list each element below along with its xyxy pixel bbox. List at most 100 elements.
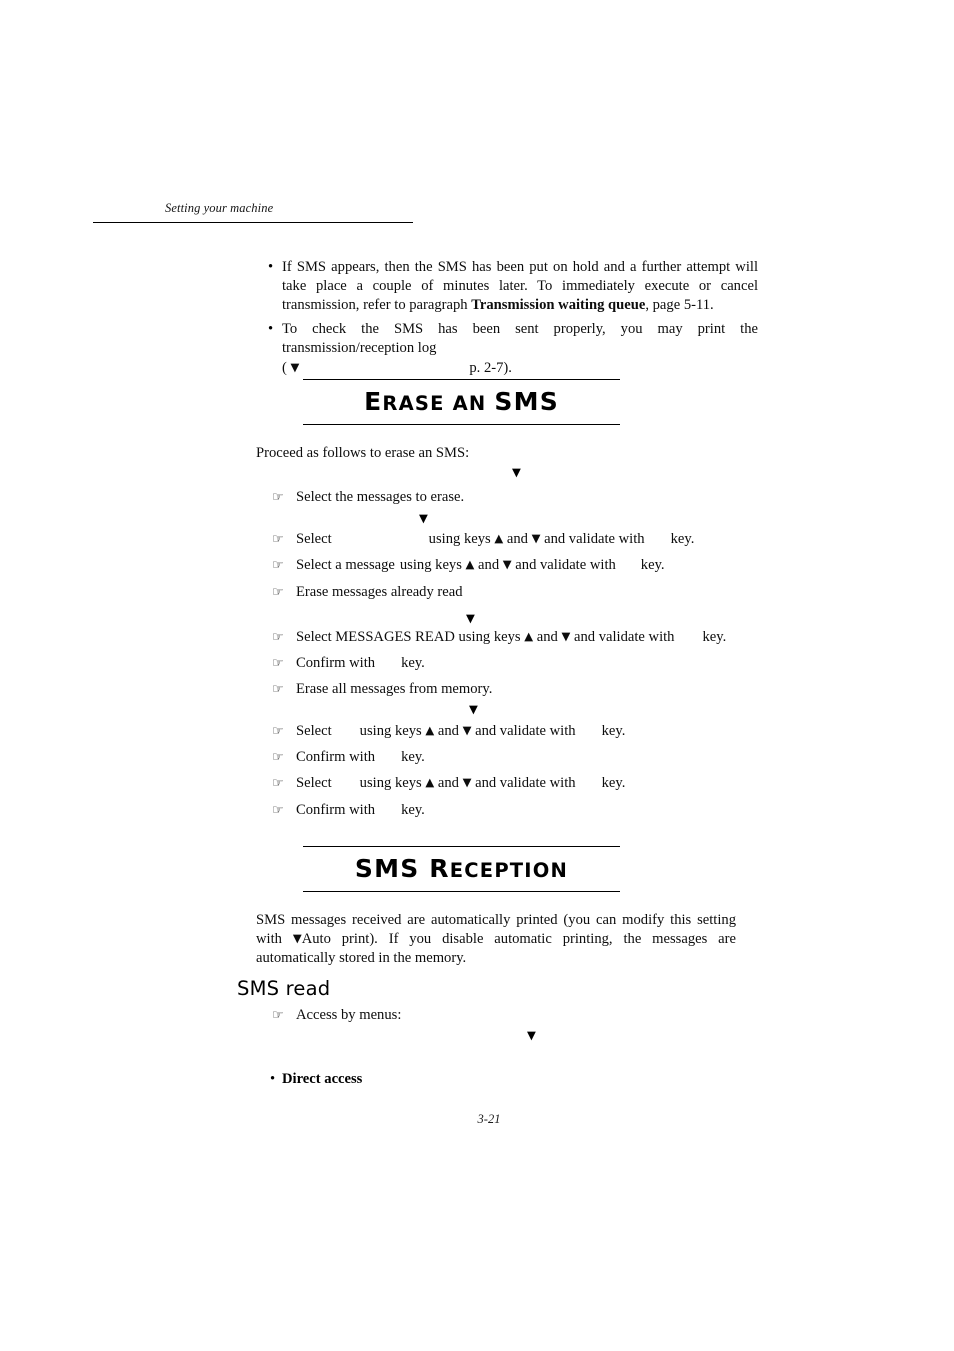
pointing-hand-icon: ☞ [272, 724, 284, 739]
step-text-segment: using keys [428, 531, 495, 548]
erase-steps-group-1: ☞ Select the messages to erase. ▼ ☞ Sele… [272, 488, 752, 609]
step-row: ☞ Erase messages already read [272, 583, 752, 602]
step-text-segment: Select [296, 723, 332, 739]
heading-title-sms-reception: SMS RECEPTION [303, 847, 620, 891]
running-header-title: Setting your machine [165, 201, 274, 215]
section-heading-sms-reception: SMS RECEPTION [303, 846, 620, 892]
step-text-segment: Select MESSAGES READ using keys [296, 629, 525, 645]
heading-rule-bottom [303, 424, 620, 425]
step-row: ☞ Erase all messages from memory. [272, 680, 752, 699]
bullet-dot-icon: • [270, 1071, 276, 1087]
step-text-segment: Confirm with [296, 655, 376, 672]
step-text-segment: and [533, 629, 562, 645]
step-row: ☞ Select a message using keys ▲ and ▼ and… [272, 556, 752, 575]
step-text: Erase all messages from memory. [296, 680, 752, 699]
step-text: Select using keys ▲ and ▼ and validate wi… [296, 530, 752, 549]
heading-acronym: SMS [494, 387, 559, 416]
step-text: Select MESSAGES READ using keys ▲ and ▼ … [296, 628, 752, 647]
direct-access-label: Direct access [282, 1071, 363, 1087]
key-up-arrow-icon: ▲ [524, 629, 534, 643]
step-text-segment: Select [296, 531, 332, 548]
heading-initial-cap: E [364, 387, 383, 416]
pointing-hand-icon: ☞ [272, 490, 284, 505]
step-row: ☞ Select using keys ▲ and ▼ and validate … [272, 774, 752, 793]
menu-path-arrow-icon-2: ▼ [419, 511, 428, 526]
step-text-segment: using keys [359, 723, 426, 739]
step-text-segment: key. [401, 801, 425, 818]
menu-path-arrow-icon-5: ▼ [527, 1028, 536, 1042]
step-text-segment: key. [601, 775, 626, 792]
step-text-segment: and validate with [471, 775, 576, 792]
note-text-part-2: , page 5-11. [645, 297, 714, 314]
menu-path-arrow-icon-4: ▼ [469, 702, 478, 716]
key-down-arrow-icon: ▼ [502, 557, 512, 572]
sms-read-steps: ☞ Access by menus: [272, 1006, 752, 1032]
step-text-segment: and validate with [540, 531, 645, 548]
direct-access-bullet: • Direct access [270, 1070, 362, 1089]
pointing-hand-icon: ☞ [272, 656, 284, 672]
step-separator: ▼ [272, 511, 752, 530]
step-text-segment: Select a message [296, 557, 395, 574]
step-text: Select the messages to erase. [296, 488, 752, 507]
pointing-hand-icon: ☞ [272, 630, 284, 645]
step-text-segment: using keys [359, 775, 426, 792]
bullet-dot-icon: • [268, 259, 274, 275]
pointing-hand-icon: ☞ [272, 558, 284, 574]
pointing-hand-icon: ☞ [272, 682, 284, 698]
reception-text-part-2: Auto print). If you disable automatic pr… [256, 931, 736, 967]
erase-steps-group-2: ☞ Select MESSAGES READ using keys ▲ and … [272, 628, 752, 707]
key-up-arrow-icon: ▲ [494, 531, 504, 546]
heading-acronym: SMS [354, 854, 420, 883]
menu-path-arrow-icon-1: ▼ [512, 465, 521, 479]
step-text: Confirm with key. [296, 801, 752, 820]
erase-intro-paragraph: Proceed as follows to erase an SMS: [256, 444, 756, 463]
step-text-segment: Confirm with [296, 749, 376, 766]
erase-steps-group-3: ☞ Select using keys ▲ and ▼ and validate … [272, 722, 752, 827]
step-text-segment: Erase messages already read [296, 583, 463, 600]
step-text-segment: key. [670, 531, 695, 548]
reception-paragraph-text: SMS messages received are automatically … [256, 911, 736, 969]
notes-list: • If SMS appears, then the SMS has been … [268, 258, 758, 382]
step-row: ☞ Confirm with key. [272, 748, 752, 767]
note-text: If SMS appears, then the SMS has been pu… [282, 258, 758, 316]
step-text-segment: Select the messages to erase. [296, 489, 465, 505]
step-text: Confirm with key. [296, 748, 752, 767]
running-header: Setting your machine [93, 200, 413, 223]
page-number: 3-21 [477, 1112, 501, 1126]
document-page: Setting your machine • If SMS appears, t… [0, 0, 954, 1351]
step-text: Access by menus: [296, 1007, 402, 1023]
step-text-segment: Erase all messages from memory. [296, 681, 493, 698]
key-down-arrow-icon: ▼ [561, 629, 571, 643]
pointing-hand-icon: ☞ [272, 802, 284, 818]
step-text-segment: key. [401, 655, 425, 672]
note-item: • To check the SMS has been sent properl… [268, 320, 758, 379]
step-text: Select a message using keys ▲ and ▼ and v… [296, 556, 752, 575]
key-up-arrow-icon: ▲ [425, 775, 435, 790]
step-row: ☞ Confirm with key. [272, 654, 752, 673]
step-text-segment: and validate with [471, 723, 576, 739]
bullet-dot-icon: • [268, 320, 274, 337]
step-text-segment: and [434, 723, 463, 739]
step-text-segment: and [503, 531, 532, 548]
note-menu-suffix: p. 2-7). [469, 360, 512, 377]
step-text-segment: key. [702, 629, 727, 645]
step-text-segment: key. [601, 723, 626, 739]
step-row: ☞ Select using keys ▲ and ▼ and validate … [272, 530, 752, 549]
note-bold-reference: Transmission waiting queue [471, 297, 646, 314]
erase-intro-text: Proceed as follows to erase an SMS: [256, 445, 470, 461]
step-text-segment: using keys [399, 557, 466, 574]
step-text-segment: and validate with [511, 557, 616, 574]
step-row: ☞ Access by menus: [272, 1006, 752, 1025]
menu-arrow-down-icon: ▼ [290, 360, 300, 375]
heading-smallcaps: ECEPTION [449, 859, 569, 882]
reception-paragraph: SMS messages received are automatically … [256, 911, 736, 969]
step-text-segment: Select [296, 775, 332, 792]
note-item: • If SMS appears, then the SMS has been … [268, 258, 758, 316]
step-text-segment: and [474, 557, 503, 574]
note-text-part-1: To check the SMS has been sent properly,… [282, 320, 758, 356]
step-text: Select using keys ▲ and ▼ and validate wi… [296, 774, 752, 793]
step-row: ☞ Select using keys ▲ and ▼ and validate … [272, 722, 752, 741]
key-up-arrow-icon: ▲ [425, 723, 435, 737]
step-text-segment: key. [640, 557, 665, 574]
key-down-arrow-icon: ▼ [462, 775, 472, 790]
